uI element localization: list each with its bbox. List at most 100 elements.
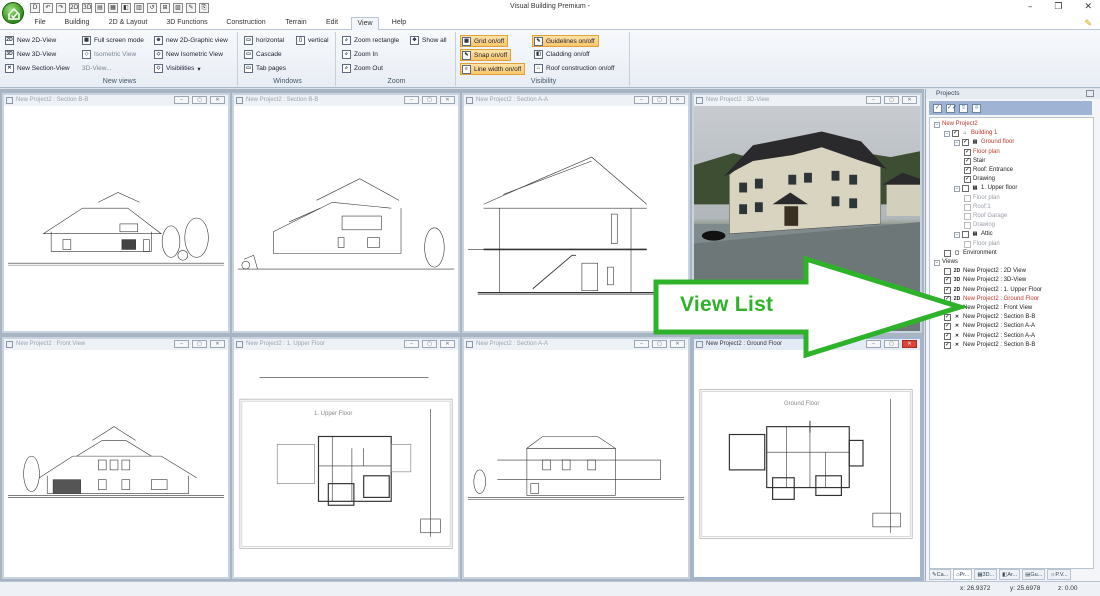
tab-help[interactable]: Help [386, 17, 412, 30]
view-window-upper-floor[interactable]: New Project2 : 1. Upper Floor – ▢ ✕ 1. Upp… [232, 337, 460, 579]
front-view-drawing[interactable] [4, 350, 228, 577]
tree-item[interactable]: ✓ Stair [964, 157, 985, 166]
visibility-checkbox[interactable]: ✓ [964, 157, 971, 165]
visibilities-dropdown[interactable]: ◇ Visibilities ▾ [154, 63, 201, 74]
panel-tab[interactable]: ▦3D... [974, 568, 998, 580]
minimize-child-button[interactable]: – [174, 96, 189, 104]
expand-toggle-icon[interactable]: − [954, 231, 960, 238]
tree-item[interactable]: − New Project2 [934, 120, 978, 129]
snap-toggle-button[interactable]: ✎ Snap on/off [460, 49, 512, 61]
minimize-child-button[interactable]: – [404, 96, 419, 104]
tree-item[interactable]: Roof Garage [964, 212, 1007, 221]
section-drawing[interactable] [464, 350, 688, 577]
cladding-toggle-button[interactable]: ◧ Cladding on/off [534, 49, 590, 60]
restore-child-button[interactable]: ▢ [422, 340, 437, 348]
close-child-button[interactable]: ✕ [210, 340, 225, 348]
new-isometric-view-button[interactable]: ◇ New Isometric View [154, 49, 223, 60]
tree-item[interactable]: − ▤ Attic [954, 230, 993, 239]
visibility-checkbox[interactable] [962, 231, 969, 239]
section-drawing[interactable] [234, 106, 458, 331]
cascade-button[interactable]: ▭ Cascade [244, 49, 282, 60]
move-up-icon[interactable]: ⇧ [959, 103, 968, 113]
expand-toggle-icon[interactable]: − [944, 130, 950, 137]
tab-building[interactable]: Building [60, 17, 94, 30]
application-menu-button[interactable] [2, 2, 24, 24]
tree-item[interactable]: ✓ Floor plan [964, 148, 1000, 157]
panel-tab[interactable]: ◧Ar... [999, 568, 1021, 580]
close-button[interactable]: ✕ [1084, 2, 1092, 12]
floor-plan-drawing[interactable]: Ground Floor [694, 350, 920, 577]
full-screen-button[interactable]: ▦ Full screen mode [82, 35, 144, 46]
panel-tab[interactable]: ✎Ca... [929, 568, 952, 580]
show-all-button[interactable]: ✥ Show all [410, 35, 447, 46]
zoom-out-button[interactable]: ⌕ Zoom Out [342, 63, 383, 74]
new-3d-view-button[interactable]: 3D New 3D-View [5, 49, 56, 60]
visibility-checkbox[interactable]: ✓ [952, 130, 959, 138]
visibility-checkbox[interactable]: ✓ [964, 176, 971, 184]
minimize-child-button[interactable]: – [634, 96, 649, 104]
view-window-section-bb-2[interactable]: New Project2 : Section B-B – ▢ ✕ [232, 93, 460, 333]
tree-item[interactable]: Floor plan [964, 240, 1000, 249]
visibility-checkbox[interactable] [962, 185, 969, 193]
restore-child-button[interactable]: ▢ [192, 340, 207, 348]
section-drawing[interactable] [4, 106, 228, 331]
visibility-checkbox[interactable]: ✓ [964, 148, 971, 156]
visibility-checkbox[interactable] [964, 213, 971, 220]
visibility-checkbox[interactable] [964, 240, 971, 248]
tab-terrain[interactable]: Terrain [280, 17, 312, 30]
new-2d-view-button[interactable]: 2D New 2D-View [5, 35, 56, 46]
close-child-button[interactable]: ✕ [902, 96, 917, 104]
visibility-checkbox[interactable] [964, 194, 971, 202]
tile-horizontal-button[interactable]: ▭ horizontal [244, 35, 284, 46]
floor-plan-drawing[interactable]: 1. Upper Floor [234, 350, 458, 577]
tab-2d-layout[interactable]: 2D & Layout [104, 17, 152, 30]
3d-view-dialog-button[interactable]: 3D-View... [82, 63, 112, 74]
check-icon[interactable]: ✓ [933, 103, 942, 113]
pin-icon[interactable] [1086, 90, 1094, 97]
close-child-button[interactable]: ✕ [210, 96, 225, 104]
view-window-section-aa-2[interactable]: New Project2 : Section A-A – ▢ ✕ [462, 337, 690, 579]
tree-item[interactable]: − ✓ ⌂ Building 1 [944, 129, 997, 138]
zoom-in-button[interactable]: ⌕ Zoom In [342, 49, 378, 60]
visibility-checkbox[interactable]: ✓ [964, 167, 971, 174]
view-window-ground-floor[interactable]: New Project2 : Ground Floor – ▢ ✕ Ground F… [692, 337, 922, 579]
minimize-child-button[interactable]: – [404, 340, 419, 348]
line-width-toggle-button[interactable]: ≡ Line width on/off [460, 63, 526, 75]
new-2d-graphic-view-button[interactable]: ⊕ new 2D-Graphic view [154, 35, 228, 46]
maximize-button[interactable]: ❐ [1054, 2, 1062, 12]
restore-child-button[interactable]: ▢ [652, 96, 667, 104]
panel-tab[interactable]: ▤Gu... [1022, 568, 1046, 580]
tree-item[interactable]: Drawing [964, 221, 995, 230]
tree-item[interactable]: Roof:1 [964, 203, 991, 212]
zoom-rectangle-button[interactable]: ⌕ Zoom rectangle [342, 35, 399, 46]
restore-child-button[interactable]: ▢ [884, 96, 899, 104]
restore-child-button[interactable]: ▢ [422, 96, 437, 104]
grid-toggle-button[interactable]: ▦ Grid on/off [460, 35, 509, 47]
check-all-icon[interactable]: ✓✓ [946, 103, 957, 113]
minimize-child-button[interactable]: – [866, 96, 881, 104]
minimize-child-button[interactable]: – [634, 340, 649, 348]
tree-item[interactable]: − ▤ 1. Upper floor [954, 184, 1017, 193]
expand-toggle-icon[interactable]: − [954, 139, 960, 146]
view-window-section-bb[interactable]: New Project2 : Section B-B – ▢ ✕ [2, 93, 230, 333]
roof-construction-toggle-button[interactable]: ⌂ Roof construction on/off [534, 63, 615, 74]
minimize-child-button[interactable]: – [174, 340, 189, 348]
tile-vertical-button[interactable]: ▯ vertical [296, 35, 329, 46]
close-child-button[interactable]: ✕ [670, 96, 685, 104]
panel-tab[interactable]: ⌂Pr... [953, 568, 973, 580]
restore-child-button[interactable]: ▢ [192, 96, 207, 104]
minimize-button[interactable]: – [1028, 2, 1033, 12]
tab-file[interactable]: File [30, 17, 50, 30]
tree-item[interactable]: ✓ Drawing [964, 175, 995, 184]
close-child-button[interactable]: ✕ [440, 96, 455, 104]
tab-pages-button[interactable]: ▭ Tab pages [244, 63, 286, 74]
close-child-button[interactable]: ✕ [440, 340, 455, 348]
tab-edit[interactable]: Edit [320, 17, 344, 30]
visibility-checkbox[interactable] [964, 222, 971, 230]
guidelines-toggle-button[interactable]: ✎ Guidelines on/off [532, 35, 599, 47]
tree-item[interactable]: Floor plan [964, 194, 1000, 203]
new-section-view-button[interactable]: ✕ New Section-View [5, 63, 70, 74]
expand-toggle-icon[interactable]: − [954, 185, 960, 192]
panel-tab[interactable]: ☼P.V... [1047, 568, 1071, 580]
move-down-icon[interactable]: ⇩ [972, 103, 981, 113]
